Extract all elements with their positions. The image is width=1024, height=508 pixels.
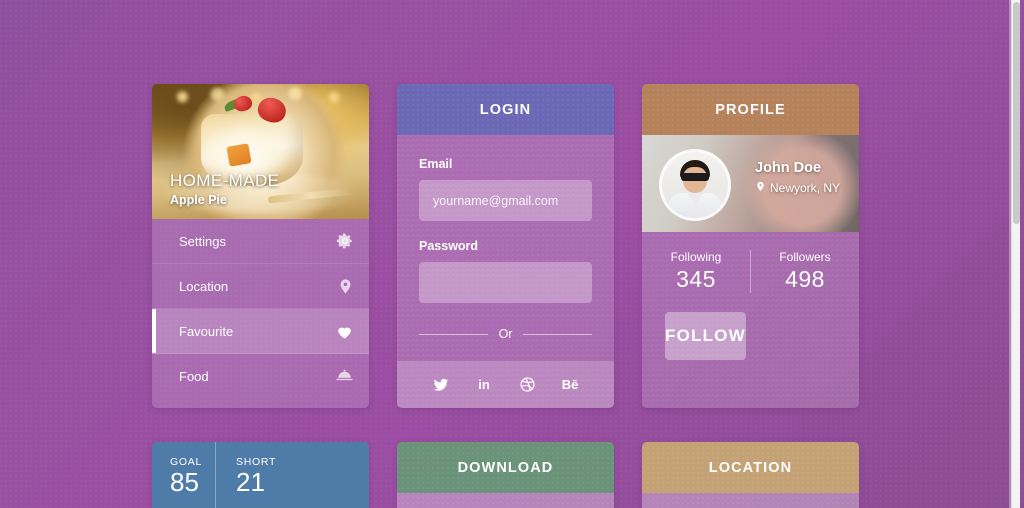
profile-stats: Following 345 Followers 498 [642,232,859,303]
email-label: Email [419,157,453,171]
download-card-body [397,493,614,508]
download-card-header: DOWNLOAD [397,442,614,493]
profile-card-header: PROFILE [642,84,859,135]
menu-item-location[interactable]: Location [152,264,369,309]
follow-button[interactable]: FOLLOW [665,312,746,360]
stat-following: Following 345 [642,250,750,293]
menu-item-label: Location [179,278,229,294]
dribbble-icon[interactable] [516,374,538,396]
card-grid: HOME-MADE Apple Pie Settings Location Fa… [152,84,862,508]
profile-cover: John Doe Newyork, NY [642,135,859,232]
map-pin-icon [337,278,354,295]
goal-value: 85 [170,467,199,497]
location-card: LOCATION [642,442,859,508]
goal-stat-card: GOAL 85 SHORT 21 [152,442,369,508]
menu-item-label: Food [179,369,209,384]
divider-label: Or [498,327,513,341]
behance-icon[interactable]: Bē [559,374,581,396]
password-label: Password [419,239,479,253]
login-card: LOGIN Email Password Or in [397,84,614,408]
menu-item-favourite[interactable]: Favourite [152,309,369,354]
page-root: HOME-MADE Apple Pie Settings Location Fa… [0,0,1024,508]
scrollbar-thumb[interactable] [1013,2,1020,224]
email-input[interactable] [419,180,592,221]
password-input[interactable] [419,262,592,303]
hero-title: HOME-MADE [170,171,280,191]
location-card-header: LOCATION [642,442,859,493]
divider-line-left [419,333,488,335]
or-divider: Or [419,321,593,361]
location-card-body [642,493,859,508]
stat-label: Followers [779,250,831,264]
stat-label: Following [670,250,722,264]
login-form: Email Password Or [397,135,614,361]
profile-identity: John Doe Newyork, NY [755,160,840,196]
menu-item-settings[interactable]: Settings [152,219,369,264]
goal-stat-inner: GOAL 85 SHORT 21 [152,442,369,508]
food-menu-card: HOME-MADE Apple Pie Settings Location Fa… [152,84,369,408]
menu-item-label: Settings [179,233,226,249]
twitter-icon[interactable] [430,374,452,396]
profile-card: PROFILE John Doe Newyork, NY Following 3… [642,84,859,408]
login-card-header: LOGIN [397,84,614,135]
scrollbar-track[interactable] [1011,0,1020,508]
heart-icon [335,322,354,341]
profile-name: John Doe [755,160,822,176]
stat-followers: Followers 498 [750,250,859,293]
download-card: DOWNLOAD [397,442,614,508]
divider-line-right [523,333,593,335]
map-pin-icon [755,180,766,196]
hero-subtitle: Apple Pie [170,193,227,207]
menu-item-food[interactable]: Food [152,354,369,399]
profile-location-label: Newyork, NY [770,181,841,195]
linkedin-icon[interactable]: in [473,374,495,396]
short-value: 21 [236,467,265,497]
social-login-bar: in Bē [397,361,614,408]
profile-location: Newyork, NY [755,180,840,196]
menu-item-label: Favourite [179,323,234,339]
avatar [659,149,731,221]
gear-icon [336,232,354,250]
goal-column: GOAL 85 [152,442,215,508]
hero-caption: HOME-MADE Apple Pie [170,172,279,207]
food-hero-image: HOME-MADE Apple Pie [152,84,369,219]
cloche-icon [335,367,354,386]
short-column: SHORT 21 [215,442,276,508]
stat-value: 498 [785,266,825,292]
stat-value: 345 [676,266,716,292]
